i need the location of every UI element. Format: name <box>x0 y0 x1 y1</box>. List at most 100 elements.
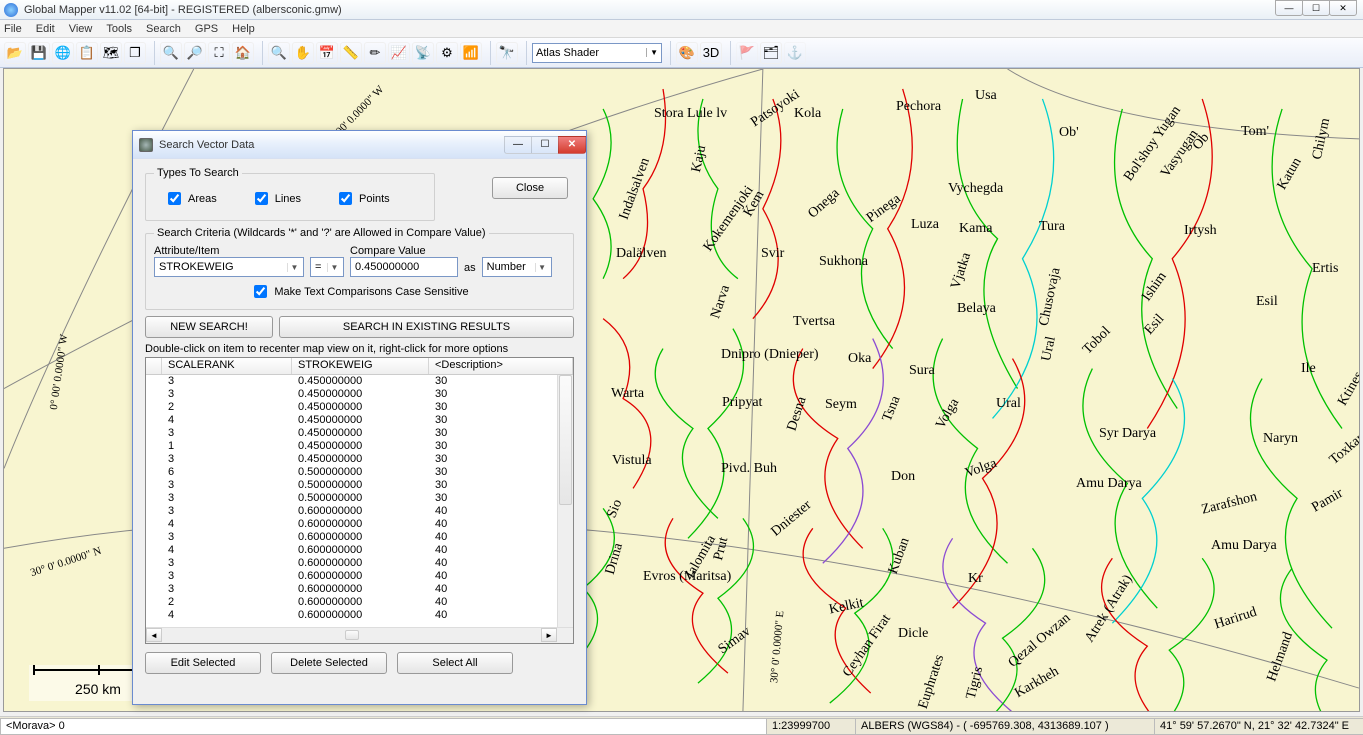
menu-tools[interactable]: Tools <box>106 23 132 35</box>
grid-icon[interactable]: 🗺 <box>100 42 122 64</box>
table-row[interactable]: 40.60000000040 <box>146 518 557 531</box>
table-row[interactable]: 30.45000000030 <box>146 375 557 388</box>
table-row[interactable]: 40.45000000030 <box>146 414 557 427</box>
table-row[interactable]: 60.50000000030 <box>146 466 557 479</box>
map-label: Dicle <box>898 626 928 642</box>
map-label: Kama <box>959 221 992 237</box>
dialog-minimize-button[interactable]: — <box>504 136 532 154</box>
window-minimize-button[interactable]: — <box>1275 0 1303 16</box>
menu-edit[interactable]: Edit <box>36 23 55 35</box>
status-bar: <Morava> 0 1:23999700 ALBERS (WGS84) - (… <box>0 716 1363 735</box>
points-checkbox[interactable]: Points <box>335 189 390 208</box>
flag-icon[interactable]: 🚩 <box>736 42 758 64</box>
table-row[interactable]: 30.50000000030 <box>146 492 557 505</box>
table-row[interactable]: 30.45000000030 <box>146 388 557 401</box>
extent-icon[interactable]: 🗂 <box>760 42 782 64</box>
table-row[interactable]: 10.45000000030 <box>146 440 557 453</box>
map-label: Tura <box>1039 219 1065 235</box>
vertical-scrollbar[interactable] <box>557 375 573 627</box>
table-row[interactable]: 30.60000000040 <box>146 570 557 583</box>
window-close-button[interactable]: ✕ <box>1329 0 1357 16</box>
table-row[interactable]: 30.50000000030 <box>146 479 557 492</box>
map-label: Naryn <box>1263 431 1298 447</box>
map-label: Ural <box>996 396 1021 412</box>
new-search-button[interactable]: NEW SEARCH! <box>145 316 273 338</box>
table-row[interactable]: 30.45000000030 <box>146 427 557 440</box>
dialog-titlebar[interactable]: Search Vector Data — ☐ ✕ <box>133 131 586 159</box>
zoom-out-icon[interactable]: 🔎 <box>184 42 206 64</box>
table-row[interactable]: 30.60000000040 <box>146 531 557 544</box>
horizontal-scrollbar[interactable]: ◄► <box>146 627 573 643</box>
shader-value: Atlas Shader <box>536 47 599 59</box>
shader-dropdown[interactable]: Atlas Shader ▼ <box>532 43 662 63</box>
areas-checkbox[interactable]: Areas <box>164 189 217 208</box>
menu-view[interactable]: View <box>69 23 93 35</box>
table-row[interactable]: 20.60000000040 <box>146 596 557 609</box>
dialog-close-button[interactable]: ✕ <box>558 136 586 154</box>
table-row[interactable]: 20.45000000030 <box>146 401 557 414</box>
case-sensitive-checkbox[interactable]: Make Text Comparisons Case Sensitive <box>250 282 468 301</box>
map-label: Dnipro (Dnieper) <box>721 347 819 363</box>
operator-dropdown[interactable]: =▼ <box>310 257 344 277</box>
measure-icon[interactable]: 📏 <box>340 42 362 64</box>
zoom-in-icon[interactable]: 🔍 <box>160 42 182 64</box>
search-existing-button[interactable]: SEARCH IN EXISTING RESULTS <box>279 316 574 338</box>
table-row[interactable]: 40.60000000040 <box>146 544 557 557</box>
map-label: Sura <box>909 363 935 379</box>
map-label: Usa <box>975 88 997 104</box>
map-label: Stora Lule lv <box>654 106 727 122</box>
menu-help[interactable]: Help <box>232 23 255 35</box>
select-all-button[interactable]: Select All <box>397 652 513 674</box>
table-header[interactable]: SCALERANK STROKEWEIG <Description> <box>146 358 573 375</box>
table-row[interactable]: 40.60000000040 <box>146 609 557 622</box>
table-row[interactable]: 30.60000000040 <box>146 557 557 570</box>
config-icon[interactable]: 📋 <box>76 42 98 64</box>
layers-icon[interactable]: ❐ <box>124 42 146 64</box>
globe-icon[interactable]: 🌐 <box>52 42 74 64</box>
antenna-icon[interactable]: 📶 <box>460 42 482 64</box>
path-icon[interactable]: ✏ <box>364 42 386 64</box>
table-row[interactable]: 30.45000000030 <box>146 453 557 466</box>
anchor-icon[interactable]: ⚓ <box>784 42 806 64</box>
map-label: Pechora <box>896 99 941 115</box>
date-icon[interactable]: 📅 <box>316 42 338 64</box>
menubar: File Edit View Tools Search GPS Help <box>0 20 1363 38</box>
map-label: Seym <box>825 397 857 413</box>
as-dropdown[interactable]: Number▼ <box>482 257 552 277</box>
open-icon[interactable]: 📂 <box>4 42 26 64</box>
zoom-box-icon[interactable]: ⛶ <box>208 42 230 64</box>
col-scalerank[interactable]: SCALERANK <box>162 358 292 374</box>
close-button[interactable]: Close <box>492 177 568 199</box>
home-icon[interactable]: 🏠 <box>232 42 254 64</box>
results-table[interactable]: SCALERANK STROKEWEIG <Description> 30.45… <box>145 357 574 644</box>
table-row[interactable]: 30.60000000040 <box>146 505 557 518</box>
menu-search[interactable]: Search <box>146 23 181 35</box>
map-label: Ertis <box>1312 261 1338 277</box>
map-label: Pivd. Buh <box>721 461 777 477</box>
compare-value-input[interactable]: 0.450000000 <box>350 257 458 277</box>
attribute-label: Attribute/Item <box>154 245 304 257</box>
lines-checkbox[interactable]: Lines <box>251 189 301 208</box>
attribute-dropdown[interactable]: STROKEWEIG▼ <box>154 257 304 277</box>
table-row[interactable]: 30.60000000040 <box>146 583 557 596</box>
window-maximize-button[interactable]: ☐ <box>1302 0 1330 16</box>
dialog-maximize-button[interactable]: ☐ <box>531 136 559 154</box>
menu-file[interactable]: File <box>4 23 22 35</box>
col-description[interactable]: <Description> <box>429 358 573 374</box>
pan-icon[interactable]: ✋ <box>292 42 314 64</box>
shed-icon[interactable]: 📡 <box>412 42 434 64</box>
types-group: Types To Search Areas Lines Points <box>145 167 435 221</box>
delete-selected-button[interactable]: Delete Selected <box>271 652 387 674</box>
col-strokeweig[interactable]: STROKEWEIG <box>292 358 429 374</box>
zoom-tool-icon[interactable]: 🔍 <box>268 42 290 64</box>
save-icon[interactable]: 💾 <box>28 42 50 64</box>
tower-icon[interactable]: ⚙ <box>436 42 458 64</box>
map-label: Evros (Maritsa) <box>643 569 731 585</box>
shader-btn-icon[interactable]: 🎨 <box>676 42 698 64</box>
edit-selected-button[interactable]: Edit Selected <box>145 652 261 674</box>
3d-icon[interactable]: 3D <box>700 42 722 64</box>
los-icon[interactable]: 📈 <box>388 42 410 64</box>
find-icon[interactable]: 🔭 <box>496 42 518 64</box>
toolbar: 📂 💾 🌐 📋 🗺 ❐ 🔍 🔎 ⛶ 🏠 🔍 ✋ 📅 📏 ✏ 📈 📡 ⚙ 📶 🔭 … <box>0 38 1363 68</box>
menu-gps[interactable]: GPS <box>195 23 218 35</box>
